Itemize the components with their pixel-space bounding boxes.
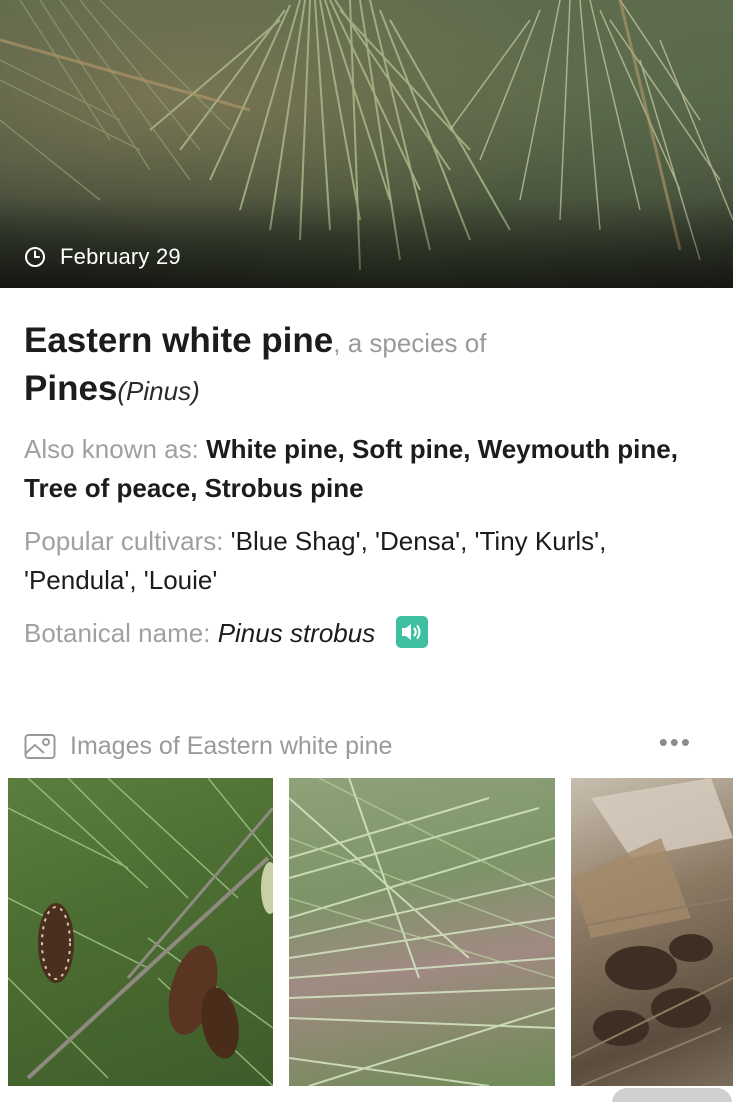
gallery-icon [24, 732, 56, 760]
also-known-label: Also known as: [24, 434, 199, 464]
also-known-row: Also known as: White pine, Soft pine, We… [24, 430, 704, 508]
common-name: Eastern white pine [24, 321, 334, 360]
image-thumbnail[interactable] [8, 778, 273, 1086]
cultivars-row: Popular cultivars: 'Blue Shag', 'Densa',… [24, 522, 704, 600]
image-thumbnail[interactable] [571, 778, 733, 1086]
bottom-handle[interactable] [612, 1088, 732, 1102]
more-icon[interactable]: ••• [659, 729, 692, 755]
clock-icon [24, 246, 46, 268]
image-thumbnail[interactable] [289, 778, 555, 1086]
genus-latin: (Pinus) [117, 376, 200, 406]
plant-title: Eastern white pine, a species of Pines(P… [24, 318, 704, 414]
genus-link[interactable]: Pines [24, 369, 117, 408]
hero-image[interactable]: February 29 [0, 0, 733, 288]
images-section-header: Images of Eastern white pine ••• [24, 728, 694, 764]
cultivars-label: Popular cultivars: [24, 526, 224, 556]
plant-detail-page: February 29 Eastern white pine, a specie… [0, 0, 733, 1102]
images-title: Images of Eastern white pine [70, 731, 393, 760]
speaker-icon[interactable] [396, 616, 429, 649]
botanical-label: Botanical name: [24, 618, 211, 648]
species-of-text: , a species of [333, 328, 487, 358]
plant-info: Eastern white pine, a species of Pines(P… [24, 318, 704, 653]
botanical-row: Botanical name: Pinus strobus [24, 614, 704, 653]
date-text: February 29 [60, 244, 181, 269]
botanical-value: Pinus strobus [217, 618, 376, 648]
date-row: February 29 [24, 242, 181, 272]
